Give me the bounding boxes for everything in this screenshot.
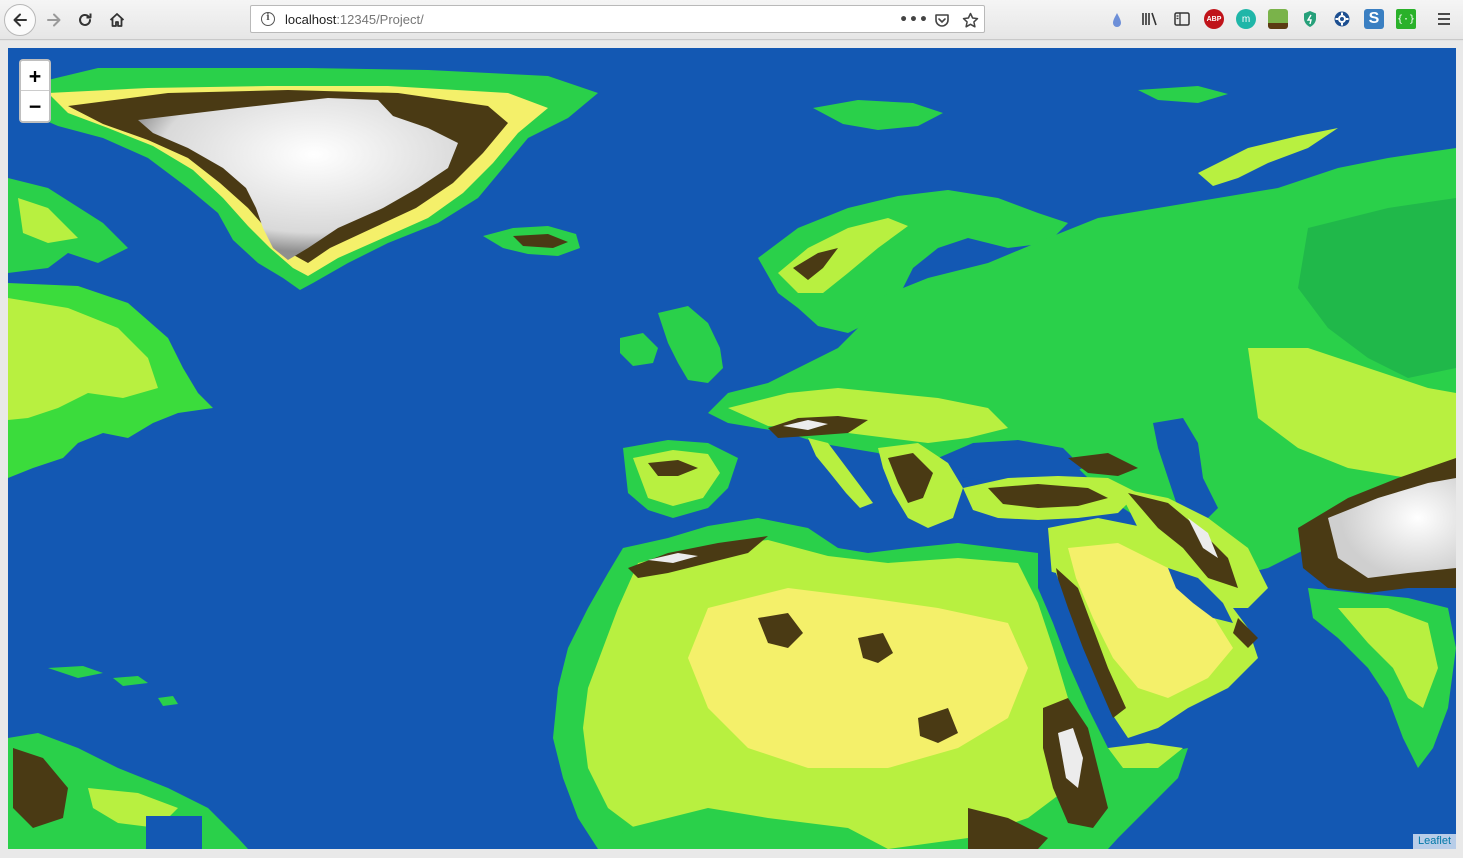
library-button[interactable]	[1140, 9, 1160, 29]
extension-s-icon[interactable]: S	[1364, 9, 1384, 29]
star-icon	[962, 12, 978, 28]
extension-braces-icon[interactable]: {·}	[1396, 9, 1416, 29]
page-viewport: + − Leaflet	[0, 41, 1463, 858]
pocket-icon	[935, 14, 949, 27]
reload-icon	[79, 13, 92, 26]
pocket-button[interactable]	[932, 10, 952, 30]
library-icon	[1142, 12, 1157, 26]
extension-shield-icon[interactable]	[1300, 9, 1320, 29]
hamburger-menu-button[interactable]	[1434, 9, 1454, 29]
page-actions-button[interactable]: •••	[899, 10, 928, 30]
leaflet-attribution-link[interactable]: Leaflet	[1412, 834, 1456, 849]
reload-button[interactable]	[70, 5, 100, 35]
home-icon	[109, 13, 125, 27]
url-text[interactable]: localhost:12345/Project/	[285, 12, 424, 27]
extension-m-icon[interactable]: m	[1236, 9, 1256, 29]
url-bar[interactable]: i localhost:12345/Project/ •••	[250, 5, 985, 33]
extension-landscape-icon[interactable]	[1268, 9, 1288, 29]
sidebar-button[interactable]	[1172, 9, 1192, 29]
zoom-in-button[interactable]: +	[21, 61, 49, 91]
site-info-icon[interactable]: i	[261, 12, 275, 26]
terrain-map	[8, 68, 1456, 849]
back-button[interactable]	[4, 4, 36, 36]
menu-icon	[1438, 13, 1450, 25]
adblock-plus-icon[interactable]: ABP	[1204, 9, 1224, 29]
forward-arrow-icon	[47, 13, 61, 27]
zoom-out-button[interactable]: −	[21, 91, 49, 121]
british-isles	[658, 306, 723, 383]
url-host: localhost	[285, 12, 337, 27]
home-button[interactable]	[102, 5, 132, 35]
url-path: :12345/Project/	[336, 12, 424, 27]
missing-tile	[146, 816, 202, 849]
browser-toolbar: i localhost:12345/Project/ ••• ABP m S {…	[0, 0, 1463, 40]
extension-gear-icon[interactable]	[1332, 9, 1352, 29]
back-arrow-icon	[13, 13, 27, 27]
extension-drop-icon[interactable]	[1111, 11, 1123, 29]
leaflet-map[interactable]: + − Leaflet	[8, 48, 1456, 849]
zoom-control: + −	[19, 59, 51, 123]
forward-button[interactable]	[39, 5, 69, 35]
sidebar-icon	[1174, 12, 1190, 26]
bookmark-star-button[interactable]	[960, 10, 980, 30]
